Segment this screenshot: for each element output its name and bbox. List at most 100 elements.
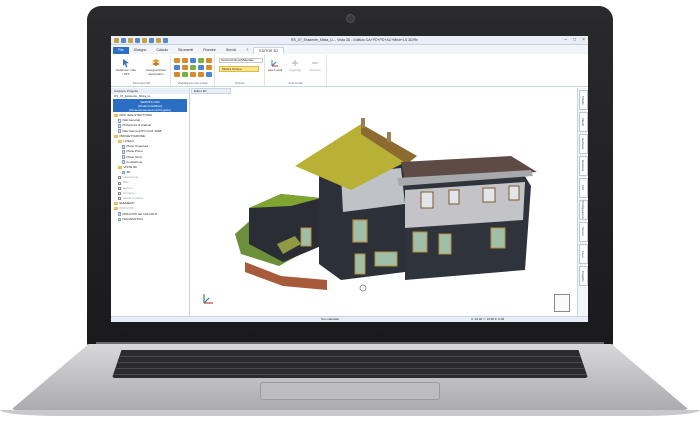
maximize-icon[interactable]: □ <box>573 37 576 43</box>
selected-node[interactable]: SEZIONI CAD [Struttura Edificio] [Dimens… <box>113 99 187 112</box>
assign-plane-button[interactable]: Assegna Piano Automatico <box>143 58 169 76</box>
right-tab[interactable]: Configurazioni <box>579 200 588 220</box>
door <box>300 227 312 247</box>
document-icon <box>118 129 121 133</box>
zoom-icon[interactable] <box>149 37 154 43</box>
document-icon <box>122 155 125 159</box>
print-icon[interactable] <box>142 37 147 43</box>
project-tree: DATI della STRUTTURA Dati Generali Prefere… <box>111 112 189 222</box>
window <box>420 191 434 209</box>
tab-finestre[interactable]: Finestre <box>198 47 221 54</box>
redo-icon[interactable] <box>135 37 140 43</box>
tab-help[interactable]: ? <box>241 47 253 54</box>
pointer-icon <box>121 58 131 68</box>
webcam-icon <box>346 14 355 23</box>
add-icon <box>290 58 300 68</box>
folder-icon <box>114 207 118 211</box>
pan-icon[interactable] <box>156 37 161 43</box>
node-icon[interactable] <box>206 58 212 63</box>
tab-editor-3d[interactable]: EDITOR 3D <box>253 47 284 54</box>
slab-icon[interactable] <box>198 58 204 63</box>
group-label: Visibilità per tipo entità <box>177 81 208 85</box>
right-tab[interactable]: Gestione Attributi <box>579 134 588 154</box>
tab-strumenti[interactable]: Strumenti <box>173 47 198 54</box>
close-icon[interactable]: × <box>582 37 585 43</box>
foundation-icon[interactable] <box>198 65 204 70</box>
local-axes-label: Assi Locali <box>267 68 283 72</box>
right-tab[interactable]: Tabelle <box>579 90 588 110</box>
selected-line: [Dimensionamento di Progetto] <box>129 107 171 112</box>
tree-item[interactable]: DIAGNOSTICA <box>114 217 189 222</box>
document-icon <box>122 160 125 165</box>
project-panel: Gestione Progetto RS_07_Esistente_Mista_… <box>111 88 190 316</box>
3d-viewport[interactable] <box>191 94 576 316</box>
laptop-scene: RS_07_Esistente_Mista_LL - Vista 3D - Ed… <box>0 0 700 426</box>
ribbon-group-visibility: Visibilità per tipo entità <box>171 55 215 86</box>
save-icon[interactable] <box>114 37 119 43</box>
view-cube-icon[interactable] <box>554 294 570 312</box>
pile-icon[interactable] <box>206 65 212 70</box>
coordinates-readout: X: 40.00 Y: 10.58 Z: 0.00 <box>471 317 505 321</box>
window <box>412 231 428 253</box>
visibility-icons <box>174 58 212 77</box>
window <box>374 251 398 267</box>
select-icon[interactable] <box>163 37 168 43</box>
tab-servizi[interactable]: Servizi <box>221 47 242 54</box>
opening-icon[interactable] <box>174 72 180 77</box>
ribbon-tab-bar: File Disegno Calcolo Strumenti Finestre … <box>111 45 588 54</box>
beam-icon[interactable] <box>174 58 180 63</box>
dim-icon[interactable] <box>206 72 212 77</box>
right-tab[interactable]: Progetto <box>579 266 588 286</box>
tab-file[interactable]: File <box>113 47 129 54</box>
right-tab[interactable]: Sezioni <box>579 222 588 242</box>
folder-icon <box>114 134 118 138</box>
ribbon-group-texture: Texture/Colore/Materiale Mostra Texture … <box>215 55 265 86</box>
toggle-cel-button[interactable]: Vedi/nasc. CEL / OFF <box>115 58 137 76</box>
document-icon <box>118 217 121 222</box>
load-icon[interactable] <box>174 65 180 70</box>
foundation-slab <box>245 262 327 290</box>
stair-icon[interactable] <box>190 65 196 70</box>
group-label: Assi Locali <box>288 81 303 85</box>
folder-icon <box>114 202 118 206</box>
right-tab[interactable]: Filtri <box>579 178 588 198</box>
show-texture-button[interactable]: Mostra Texture <box>219 66 259 72</box>
door <box>354 253 366 275</box>
ribbon-group-strumenti-3d: Vedi/nasc. CEL / OFF Assegna Piano Autom… <box>113 55 171 86</box>
status-text: Non calcolato <box>321 317 340 321</box>
add-axes-button[interactable]: Aggiungi <box>286 58 304 73</box>
tree-item-label: DIAGNOSTICA <box>122 216 144 221</box>
column-icon[interactable] <box>182 58 188 63</box>
wall-icon[interactable] <box>190 58 196 63</box>
open-icon[interactable] <box>121 37 126 43</box>
right-tab[interactable]: Sfondi (Background) <box>579 112 588 132</box>
app-window: RS_07_Esistente_Mista_LL - Vista 3D - Ed… <box>111 36 588 322</box>
right-tab[interactable]: Ferro <box>579 244 588 264</box>
text-icon[interactable] <box>198 72 204 77</box>
axis-icon[interactable] <box>182 72 188 77</box>
origin-marker <box>359 284 367 292</box>
window-title: RS_07_Esistente_Mista_LL - Vista 3D - Ed… <box>291 38 419 42</box>
right-tab[interactable]: Gestione Entità <box>579 156 588 176</box>
building-model <box>235 118 537 292</box>
checkbox-icon <box>118 186 121 190</box>
window <box>490 227 506 249</box>
tab-calcolo[interactable]: Calcolo <box>151 47 173 54</box>
laptop-front-edge <box>0 410 700 416</box>
local-axes-button[interactable]: Assi Locali <box>266 58 284 73</box>
grid-icon[interactable] <box>190 72 196 77</box>
checkbox-icon <box>118 191 121 195</box>
status-bar: Non calcolato X: 40.00 Y: 10.58 Z: 0.00 <box>111 316 588 322</box>
minimize-icon[interactable]: – <box>564 37 567 43</box>
window <box>508 185 520 201</box>
window <box>448 189 460 205</box>
roof-icon[interactable] <box>182 65 188 70</box>
remove-axes-button[interactable]: Rimuovi <box>306 58 324 73</box>
texture-dropdown[interactable]: Texture/Colore/Materiale <box>219 58 263 63</box>
tab-disegno[interactable]: Disegno <box>129 47 152 54</box>
document-icon <box>122 170 125 175</box>
undo-icon[interactable] <box>128 37 133 43</box>
window-controls: – □ × <box>564 37 585 43</box>
laptop-touchpad <box>260 382 440 400</box>
right-dock-tabs: Tabelle Sfondi (Background) Gestione Att… <box>577 88 588 316</box>
